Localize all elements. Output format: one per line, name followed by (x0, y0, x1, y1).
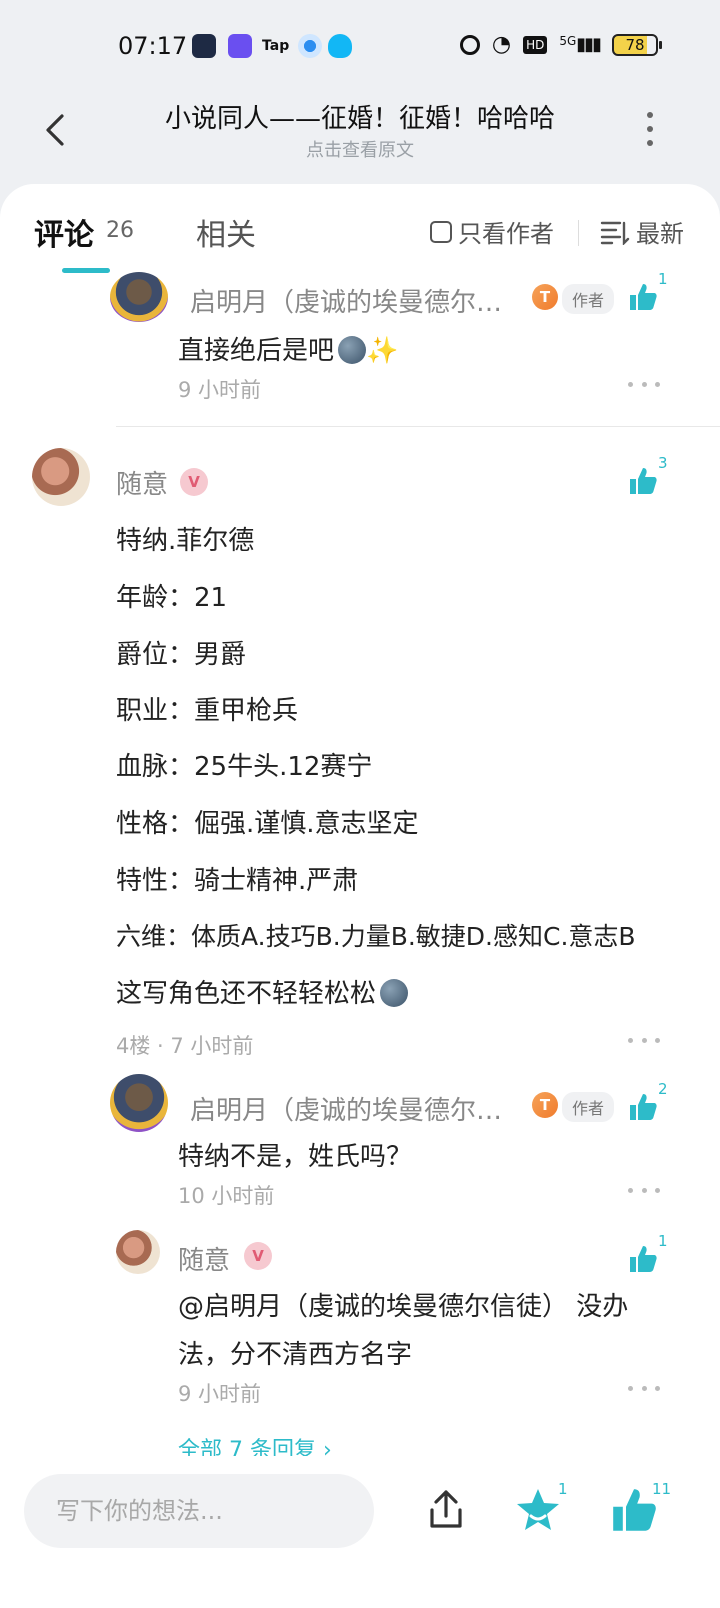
vip-badge: V (244, 1242, 272, 1270)
only-author-toggle[interactable]: 只看作者 (430, 214, 554, 249)
like-count: 1 (658, 1232, 668, 1250)
like-button[interactable]: 1 (628, 1232, 688, 1282)
reply-author-name[interactable]: 启明月（虔诚的埃曼德尔… (190, 1090, 502, 1127)
level-badge: T (532, 284, 558, 310)
author-tag: 作者 (562, 1092, 615, 1122)
thumbs-up-icon (630, 468, 657, 494)
post-like-button[interactable] (610, 1486, 658, 1534)
only-author-label: 只看作者 (458, 220, 554, 248)
tab-comments[interactable]: 评论 (34, 210, 94, 254)
more-dot (647, 112, 653, 118)
comment-meta: 4楼 · 7 小时前 (116, 1034, 254, 1058)
qq-icon (328, 34, 352, 58)
comment-line: 年龄：21 (116, 583, 228, 613)
post-like-count: 11 (652, 1480, 672, 1498)
message-icon (192, 34, 216, 58)
comment-more-button[interactable] (628, 1038, 660, 1046)
comments-card: 评论 26 相关 只看作者 最新 启明月（虔诚的埃曼德尔… T 作者 1 直接绝… (0, 184, 720, 1500)
reply-more-button[interactable] (628, 1188, 660, 1196)
reply-time: 10 小时前 (178, 1184, 275, 1208)
comment-line: 职业：重甲枪兵 (116, 696, 299, 726)
divider (116, 426, 720, 427)
comment-line: 这写角色还不轻轻松松 (116, 973, 409, 1010)
vip-badge: V (180, 468, 208, 496)
reply-text: 法，分不清西方名字 (178, 1340, 413, 1370)
wifi-icon: ◔ (491, 32, 512, 57)
status-time: 07:17 (118, 32, 188, 60)
thumbs-up-icon (630, 284, 657, 310)
moon-emoji-icon (380, 979, 409, 1007)
like-button[interactable]: 2 (628, 1080, 688, 1130)
status-bar: 07:17 Tap ◔ HD 5G▮▮▮ 78 (0, 0, 720, 96)
comment-line: 爵位：男爵 (116, 640, 247, 670)
view-original-link[interactable]: 点击查看原文 (0, 136, 720, 162)
moon-emoji-icon (338, 336, 367, 364)
comments-count: 26 (106, 218, 134, 243)
sort-label: 最新 (636, 220, 684, 248)
thumbs-up-icon (613, 1489, 656, 1531)
checkbox-icon[interactable] (430, 220, 452, 243)
thumbs-up-icon (630, 1094, 657, 1120)
battery-icon: 78 (612, 33, 662, 56)
comment-input[interactable] (24, 1474, 374, 1548)
like-button[interactable]: 1 (628, 270, 688, 320)
reply-more-button[interactable] (628, 1386, 660, 1394)
comment-input-box[interactable] (24, 1474, 374, 1548)
reply-text: 直接绝后是吧 ✨ (178, 336, 399, 366)
tab-bar: 评论 26 相关 只看作者 最新 (0, 206, 720, 276)
alarm-icon (459, 34, 480, 55)
sort-button[interactable]: 最新 (600, 214, 684, 249)
tab-related[interactable]: 相关 (196, 210, 256, 254)
like-button[interactable]: 3 (628, 454, 688, 504)
divider (578, 220, 579, 246)
comment-line: 血脉：25牛头.12赛宁 (116, 752, 373, 782)
share-icon (430, 1490, 462, 1528)
comment-line: 特纳.菲尔德 (116, 526, 255, 556)
blue-dot-icon (298, 34, 322, 58)
favorite-button[interactable] (514, 1486, 562, 1534)
reply-text: 特纳不是，姓氏吗？ (178, 1142, 413, 1172)
thumbs-up-icon (630, 1246, 657, 1272)
signal-icon: 5G▮▮▮ (559, 34, 602, 55)
commenter-name[interactable]: 随意 (116, 464, 168, 501)
more-menu-button[interactable] (642, 112, 658, 146)
star-icon (517, 1489, 559, 1530)
reply-more-button[interactable] (628, 382, 660, 390)
tieba-icon (228, 34, 252, 58)
like-count: 2 (658, 1080, 668, 1098)
sort-icon (600, 221, 630, 245)
avatar[interactable] (110, 1074, 168, 1132)
more-dot (647, 126, 653, 132)
header: 小说同人——征婚！征婚！哈哈哈 点击查看原文 (0, 96, 720, 184)
level-badge: T (532, 1092, 558, 1118)
like-count: 1 (658, 270, 668, 288)
reply-time: 9 小时前 (178, 1382, 262, 1406)
status-right: ◔ HD 5G▮▮▮ 78 (459, 32, 662, 57)
reply-author-name[interactable]: 随意 (178, 1240, 230, 1277)
avatar[interactable] (116, 1230, 160, 1274)
reply-text: @启明月（虔诚的埃曼德尔信徒） 没办 (178, 1292, 629, 1322)
share-button[interactable] (424, 1488, 468, 1532)
tap-icon: Tap (262, 38, 290, 54)
more-dot (647, 140, 653, 146)
comment-line: 特性：骑士精神.严肃 (116, 866, 359, 896)
like-count: 3 (658, 454, 668, 472)
avatar[interactable] (32, 448, 90, 506)
active-tab-indicator (62, 268, 110, 273)
author-tag: 作者 (562, 284, 615, 314)
reply-author-name[interactable]: 启明月（虔诚的埃曼德尔… (190, 282, 502, 319)
reply-time: 9 小时前 (178, 378, 262, 402)
page-title[interactable]: 小说同人——征婚！征婚！哈哈哈 (0, 98, 720, 135)
hd-label: HD (523, 35, 548, 54)
favorite-count: 1 (558, 1480, 568, 1498)
comment-line: 六维：体质A.技巧B.力量B.敏捷D.感知C.意志B (116, 922, 636, 951)
bottom-bar: 1 11 (0, 1456, 720, 1608)
comment-line: 性格：倔强.谨慎.意志坚定 (116, 809, 419, 839)
avatar[interactable] (110, 272, 168, 322)
